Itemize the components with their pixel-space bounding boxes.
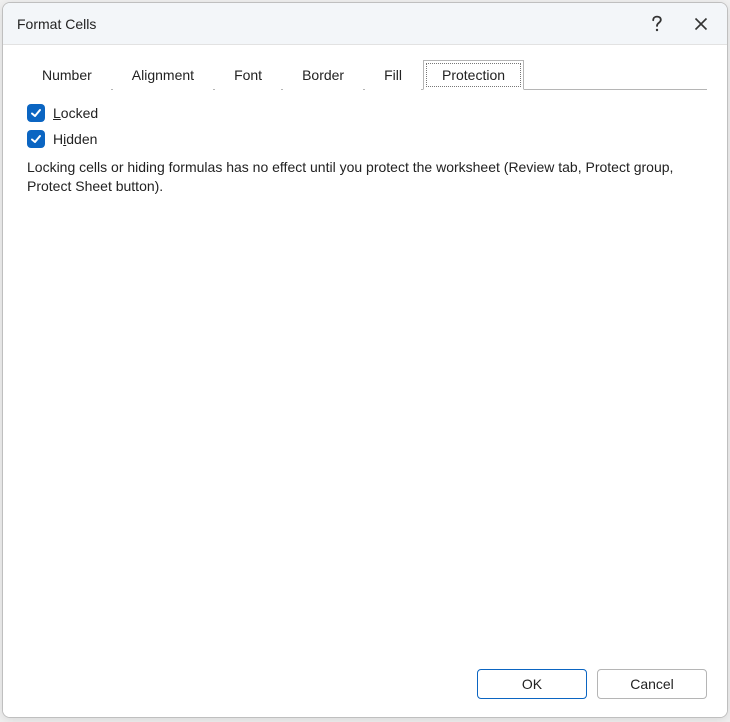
dialog-title: Format Cells bbox=[17, 16, 635, 32]
tab-number[interactable]: Number bbox=[23, 60, 111, 90]
help-icon bbox=[650, 15, 664, 33]
tab-fill[interactable]: Fill bbox=[365, 60, 421, 90]
tab-strip: Number Alignment Font Border Fill Protec… bbox=[3, 45, 727, 89]
tab-protection[interactable]: Protection bbox=[423, 60, 524, 90]
checkbox-checked-icon bbox=[27, 130, 45, 148]
dialog-footer: OK Cancel bbox=[3, 655, 727, 717]
format-cells-dialog: Format Cells Number Alignment Font Borde… bbox=[2, 2, 728, 718]
tab-font[interactable]: Font bbox=[215, 60, 281, 90]
titlebar: Format Cells bbox=[3, 3, 727, 45]
protection-info-text: Locking cells or hiding formulas has no … bbox=[27, 158, 697, 196]
close-button[interactable] bbox=[679, 3, 723, 45]
locked-label: Locked bbox=[53, 104, 98, 122]
checkbox-checked-icon bbox=[27, 104, 45, 122]
tab-border[interactable]: Border bbox=[283, 60, 363, 90]
ok-button[interactable]: OK bbox=[477, 669, 587, 699]
locked-checkbox[interactable]: Locked bbox=[27, 104, 703, 122]
tab-content-protection: Locked Hidden Locking cells or hiding fo… bbox=[3, 90, 727, 655]
hidden-checkbox[interactable]: Hidden bbox=[27, 130, 703, 148]
help-button[interactable] bbox=[635, 3, 679, 45]
tab-alignment[interactable]: Alignment bbox=[113, 60, 213, 90]
hidden-label: Hidden bbox=[53, 130, 97, 148]
close-icon bbox=[694, 17, 708, 31]
cancel-button[interactable]: Cancel bbox=[597, 669, 707, 699]
